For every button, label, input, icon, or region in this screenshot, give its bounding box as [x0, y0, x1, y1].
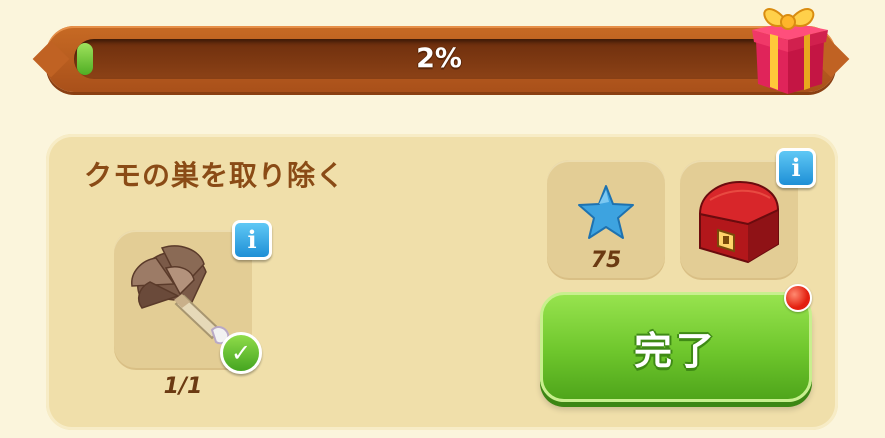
chest-info-icon[interactable]: i [776, 148, 816, 188]
complete-button[interactable]: 完了 [540, 292, 812, 402]
completed-check-icon: ✓ [220, 332, 262, 374]
gift-box-icon[interactable] [748, 0, 832, 96]
complete-button-label: 完了 [633, 328, 718, 373]
progress-percent-label: 2% [416, 43, 462, 74]
item-info-icon[interactable]: i [232, 220, 272, 260]
task-panel: クモの巣を取り除く i ✓ 1/1 75 i 完了 [46, 134, 838, 430]
star-reward-count: 75 [590, 248, 622, 273]
task-title: クモの巣を取り除く [84, 159, 346, 192]
blue-star-icon [578, 185, 634, 239]
reward-tile-stars[interactable]: 75 [547, 160, 665, 278]
item-count: 1/1 [163, 374, 203, 399]
red-treasure-chest-icon [698, 180, 780, 264]
progress-track: 2% [74, 39, 804, 79]
progress-bar-frame: 2% [46, 26, 836, 92]
notification-dot [784, 284, 812, 312]
